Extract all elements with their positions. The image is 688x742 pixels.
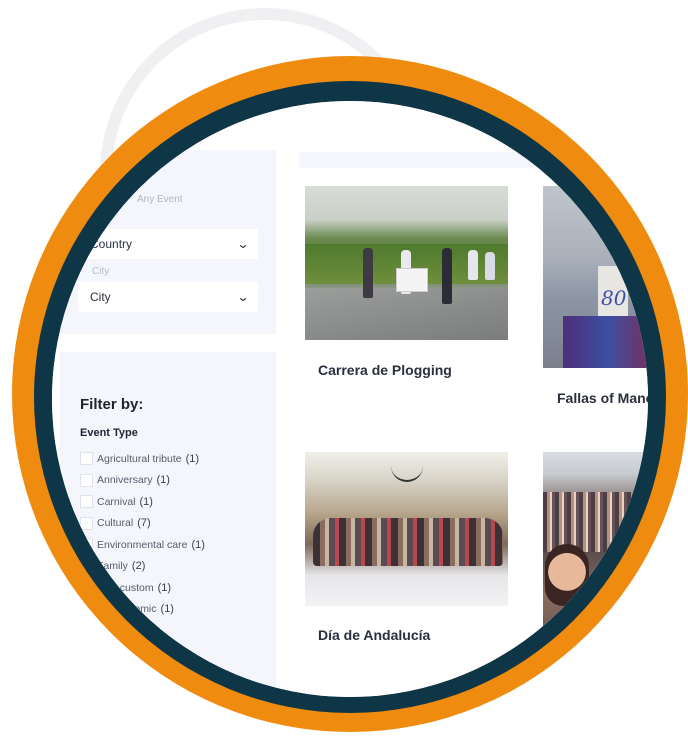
road-shape bbox=[305, 288, 508, 340]
event-photo-plogging[interactable] bbox=[305, 186, 508, 340]
checkbox[interactable] bbox=[80, 538, 93, 552]
chevron-down-icon: ⌄ bbox=[236, 290, 250, 304]
filter-count: (1) bbox=[139, 495, 153, 508]
runner-shape bbox=[442, 248, 452, 304]
country-select-value: Country bbox=[90, 237, 133, 251]
event-title[interactable]: Carrera de Plogging bbox=[318, 362, 452, 378]
event-photo-crowd[interactable] bbox=[543, 452, 648, 632]
event-title[interactable]: Día de Andalucía bbox=[318, 627, 430, 643]
city-select-value: City bbox=[90, 290, 111, 304]
checkbox[interactable] bbox=[80, 495, 93, 509]
city-select[interactable]: City ⌄ bbox=[78, 282, 258, 312]
filter-count: (1) bbox=[160, 603, 174, 616]
checkbox[interactable] bbox=[80, 473, 93, 487]
filter-label: Folk custom bbox=[97, 581, 154, 594]
filter-count: (1) bbox=[156, 474, 170, 487]
event-type-filter-list: Agricultural tribute (1) Anniversary (1) C… bbox=[80, 448, 205, 620]
filter-count: (1) bbox=[191, 538, 205, 551]
filter-title: Filter by: bbox=[80, 396, 144, 413]
circular-screenshot: Any Event Country ⌄ City City ⌄ Filter b… bbox=[52, 101, 648, 697]
runner-shape bbox=[363, 248, 373, 298]
filter-label: Agricultural tribute bbox=[97, 452, 182, 465]
figures-shape bbox=[563, 316, 648, 368]
events-page: Any Event Country ⌄ City City ⌄ Filter b… bbox=[52, 101, 648, 697]
checkbox[interactable] bbox=[80, 581, 93, 595]
filter-item-cultural[interactable]: Cultural (7) bbox=[80, 513, 205, 535]
filter-item-folk-custom[interactable]: Folk custom (1) bbox=[80, 577, 205, 599]
checkbox[interactable] bbox=[80, 452, 93, 466]
filter-count: (7) bbox=[137, 517, 151, 530]
filter-label: Family bbox=[97, 560, 128, 573]
checkbox[interactable] bbox=[80, 559, 93, 573]
group-shape bbox=[313, 518, 503, 566]
search-hint: Any Event bbox=[137, 194, 183, 205]
filter-item-family[interactable]: Family (2) bbox=[80, 556, 205, 578]
filter-label: Environmental care bbox=[97, 538, 188, 551]
sign-shape bbox=[396, 268, 428, 292]
checkbox[interactable] bbox=[80, 602, 93, 616]
crowd-shape bbox=[543, 492, 648, 552]
runner-shape bbox=[468, 250, 478, 280]
filter-item-anniversary[interactable]: Anniversary (1) bbox=[80, 470, 205, 492]
filter-count: (1) bbox=[157, 581, 172, 594]
checkbox[interactable] bbox=[80, 516, 93, 530]
filter-label: Gastronomic bbox=[97, 603, 157, 616]
filter-count: (2) bbox=[131, 560, 146, 573]
country-select[interactable]: Country ⌄ bbox=[78, 229, 258, 259]
filter-label: Anniversary bbox=[97, 474, 153, 487]
chevron-down-icon: ⌄ bbox=[236, 237, 250, 251]
portrait-shape bbox=[545, 544, 589, 606]
filter-label: Cultural bbox=[97, 517, 134, 530]
filter-item-carnival[interactable]: Carnival (1) bbox=[80, 491, 205, 513]
event-title[interactable]: Fallas of Manc bbox=[557, 390, 648, 406]
filter-count: (1) bbox=[185, 452, 200, 465]
filter-group-title: Event Type bbox=[80, 427, 138, 439]
chandelier-shape bbox=[391, 460, 423, 482]
monument-number: 80 bbox=[601, 286, 627, 310]
filter-item-agricultural-tribute[interactable]: Agricultural tribute (1) bbox=[80, 448, 205, 470]
event-photo-fallas[interactable]: 80 bbox=[543, 186, 648, 368]
filter-item-environmental-care[interactable]: Environmental care (1) bbox=[80, 534, 205, 556]
filter-label: Carnival bbox=[97, 495, 136, 508]
filter-item-gastronomic[interactable]: Gastronomic (1) bbox=[80, 599, 205, 621]
runner-shape bbox=[485, 252, 495, 280]
event-photo-dia-de-andalucia[interactable] bbox=[305, 452, 508, 606]
city-label: City bbox=[92, 266, 110, 277]
results-header-strip bbox=[299, 152, 629, 168]
